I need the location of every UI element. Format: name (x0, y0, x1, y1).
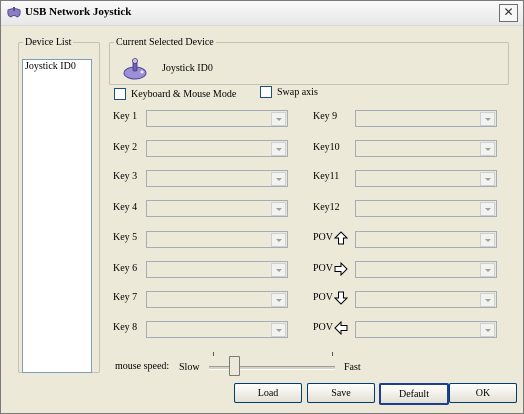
window-title: USB Network Joystick (25, 6, 132, 18)
key-5-select[interactable] (146, 231, 288, 248)
chevron-down-icon[interactable] (271, 293, 286, 307)
mouse-speed-label: mouse speed: (115, 361, 170, 372)
chevron-down-icon[interactable] (271, 172, 286, 186)
close-icon: ✕ (503, 5, 514, 19)
joystick-window: USB Network Joystick ✕ Device List Joyst… (0, 0, 524, 414)
chevron-down-icon[interactable] (271, 323, 286, 337)
checkbox-box[interactable] (114, 88, 126, 100)
key-label: Key 8 (113, 322, 138, 333)
key-label: Key 7 (113, 292, 138, 303)
key-label: Key 6 (113, 263, 138, 274)
joystick-app-icon (7, 7, 21, 18)
key-10-select[interactable] (355, 140, 497, 157)
default-button[interactable]: Default (379, 383, 449, 405)
checkbox-box[interactable] (260, 86, 272, 98)
key-1-select[interactable] (146, 110, 288, 127)
chevron-down-icon[interactable] (480, 233, 495, 247)
key-7-select[interactable] (146, 291, 288, 308)
mouse-speed-thumb[interactable] (229, 356, 240, 376)
keyboard-mouse-mode-label: Keyboard & Mouse Mode (131, 88, 237, 100)
pov-label: POV (313, 322, 334, 333)
key-11-select[interactable] (355, 170, 497, 187)
arrow-left-icon (334, 321, 348, 335)
arrow-right-icon (334, 262, 348, 276)
current-device-legend: Current Selected Device (116, 37, 214, 48)
chevron-down-icon[interactable] (480, 263, 495, 277)
mouse-speed-track[interactable] (209, 366, 335, 370)
key-label: Key 2 (113, 142, 138, 153)
pov-label: POV (313, 292, 334, 303)
chevron-down-icon[interactable] (271, 233, 286, 247)
key-label: Key 4 (113, 202, 138, 213)
slider-tick (213, 352, 214, 356)
chevron-down-icon[interactable] (271, 142, 286, 156)
key-label: Key11 (313, 171, 340, 182)
chevron-down-icon[interactable] (480, 293, 495, 307)
key-label: Key 3 (113, 171, 138, 182)
ok-button[interactable]: OK (449, 383, 517, 403)
current-device-name: Joystick ID0 (162, 63, 213, 74)
close-button[interactable]: ✕ (499, 4, 518, 22)
key-label: Key 1 (113, 111, 138, 122)
chevron-down-icon[interactable] (271, 202, 286, 216)
pov-label: POV (313, 263, 334, 274)
chevron-down-icon[interactable] (480, 112, 495, 126)
key-2-select[interactable] (146, 140, 288, 157)
save-button[interactable]: Save (307, 383, 375, 403)
key-label: Key 5 (113, 232, 138, 243)
chevron-down-icon[interactable] (480, 142, 495, 156)
key-9-select[interactable] (355, 110, 497, 127)
device-listbox[interactable]: Joystick ID0 (22, 59, 92, 373)
title-bar[interactable]: USB Network Joystick ✕ (1, 1, 523, 26)
arrow-down-icon (334, 291, 348, 305)
fast-label: Fast (344, 362, 361, 373)
current-device-group: Current Selected Device Joystick ID0 (109, 37, 509, 85)
key-label: Key10 (313, 142, 340, 153)
slow-label: Slow (179, 362, 200, 373)
slider-tick (332, 352, 333, 356)
pov-right-select[interactable] (355, 261, 497, 278)
pov-label: POV (313, 232, 334, 243)
chevron-down-icon[interactable] (271, 263, 286, 277)
key-4-select[interactable] (146, 200, 288, 217)
key-8-select[interactable] (146, 321, 288, 338)
chevron-down-icon[interactable] (480, 172, 495, 186)
device-list-legend: Device List (25, 37, 72, 48)
key-3-select[interactable] (146, 170, 288, 187)
pov-down-select[interactable] (355, 291, 497, 308)
chevron-down-icon[interactable] (480, 202, 495, 216)
chevron-down-icon[interactable] (271, 112, 286, 126)
key-6-select[interactable] (146, 261, 288, 278)
device-list-item[interactable]: Joystick ID0 (23, 60, 91, 73)
key-12-select[interactable] (355, 200, 497, 217)
chevron-down-icon[interactable] (480, 323, 495, 337)
keyboard-mouse-mode-checkbox[interactable]: Keyboard & Mouse Mode (114, 88, 236, 100)
pov-up-select[interactable] (355, 231, 497, 248)
swap-axis-label: Swap axis (277, 86, 318, 98)
arrow-up-icon (334, 231, 348, 245)
joystick-icon (123, 58, 147, 80)
device-list-group: Device List Joystick ID0 (18, 37, 100, 373)
pov-left-select[interactable] (355, 321, 497, 338)
key-label: Key12 (313, 202, 340, 213)
swap-axis-checkbox[interactable]: Swap axis (260, 86, 318, 98)
key-label: Key 9 (313, 111, 338, 122)
load-button[interactable]: Load (234, 383, 302, 403)
